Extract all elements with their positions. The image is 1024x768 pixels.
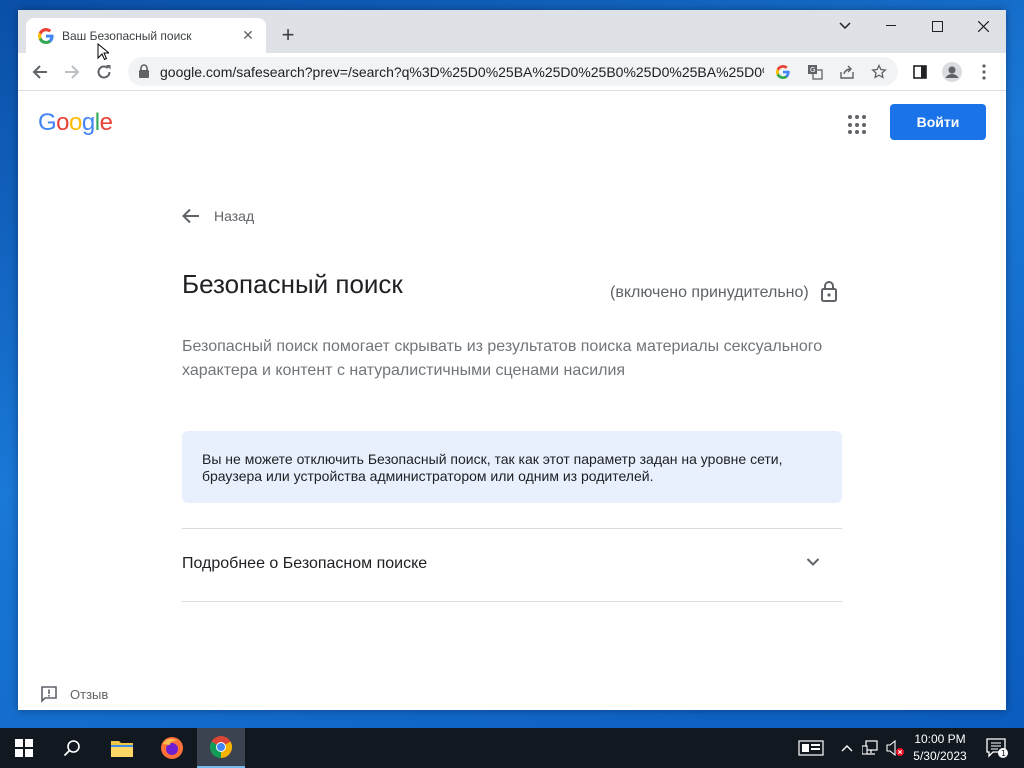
- google-favicon-icon: [38, 27, 54, 44]
- browser-toolbar: google.com/safesearch?prev=/search?q%3D%…: [18, 53, 1006, 91]
- divider: [182, 528, 842, 529]
- back-arrow-icon[interactable]: [26, 58, 54, 86]
- search-button[interactable]: [48, 728, 96, 768]
- notification-count: 1: [1001, 749, 1006, 758]
- forced-status: (включено принудительно): [610, 284, 809, 301]
- windows-logo-icon: [15, 739, 33, 757]
- page-title: Безопасный поиск: [182, 269, 403, 299]
- firefox-button[interactable]: [148, 728, 196, 768]
- tab-strip: Ваш Безопасный поиск ✕ +: [18, 10, 1006, 53]
- lock-icon: [821, 281, 837, 302]
- tab-title: Ваш Безопасный поиск: [62, 28, 192, 43]
- feedback-label: Отзыв: [70, 686, 109, 702]
- chrome-window: Ваш Безопасный поиск ✕ + google.com/safe…: [18, 10, 1006, 710]
- language-bar-icon[interactable]: [796, 728, 826, 768]
- translate-icon[interactable]: G: [806, 63, 824, 81]
- start-button[interactable]: [0, 728, 48, 768]
- logo-letter: g: [81, 109, 95, 136]
- network-icon[interactable]: [860, 728, 882, 768]
- locked-notice: Вы не можете отключить Безопасный поиск,…: [182, 431, 842, 503]
- logo-letter: G: [38, 109, 57, 136]
- chevron-down-icon[interactable]: [806, 557, 820, 567]
- feedback-link[interactable]: Отзыв: [40, 685, 108, 703]
- firefox-icon: [161, 737, 183, 759]
- taskbar: 10:00 PM 5/30/2023 1: [0, 728, 1024, 768]
- lock-icon[interactable]: [138, 64, 150, 78]
- maximize-button[interactable]: [914, 10, 960, 42]
- file-explorer-button[interactable]: [98, 728, 146, 768]
- chevron-up-icon[interactable]: [838, 728, 856, 768]
- search-icon: [63, 740, 80, 757]
- google-lens-icon[interactable]: [774, 63, 792, 81]
- share-icon[interactable]: [838, 63, 856, 81]
- arrow-left-icon: [182, 208, 199, 224]
- divider: [182, 601, 842, 602]
- learn-more-label[interactable]: Подробнее о Безопасном поиске: [182, 555, 427, 573]
- clock-time: 10:00 PM: [914, 732, 966, 746]
- tab-search-icon[interactable]: [822, 10, 868, 42]
- bookmark-star-icon[interactable]: [870, 63, 888, 81]
- clock-date: 5/30/2023: [913, 749, 967, 763]
- apps-grid-icon[interactable]: [848, 115, 868, 135]
- signin-button[interactable]: Войти: [890, 104, 986, 140]
- feedback-icon: [41, 686, 57, 703]
- description: Безопасный поиск помогает скрывать из ре…: [182, 338, 823, 379]
- svg-text:G: G: [810, 66, 815, 74]
- action-center-icon[interactable]: 1: [982, 728, 1012, 768]
- tab-safesearch[interactable]: Ваш Безопасный поиск ✕: [26, 18, 266, 53]
- page-content: Google Войти Назад Безопасный поиск (вкл…: [18, 91, 1006, 710]
- forward-arrow-icon[interactable]: [58, 58, 86, 86]
- google-logo[interactable]: Google: [38, 109, 113, 137]
- system-clock[interactable]: 10:00 PM 5/30/2023: [900, 731, 980, 765]
- reload-icon[interactable]: [90, 58, 118, 86]
- mouse-cursor-icon: [97, 43, 109, 61]
- logo-letter: e: [99, 109, 113, 136]
- new-tab-button[interactable]: +: [276, 24, 300, 48]
- chrome-button[interactable]: [197, 728, 245, 768]
- address-bar[interactable]: google.com/safesearch?prev=/search?q%3D%…: [128, 57, 898, 86]
- minimize-button[interactable]: [868, 10, 914, 42]
- back-link[interactable]: Назад: [182, 208, 254, 224]
- folder-icon: [111, 741, 133, 757]
- logo-letter: o: [56, 109, 70, 136]
- profile-avatar-icon[interactable]: [942, 62, 962, 82]
- tab-close-icon[interactable]: ✕: [240, 27, 256, 44]
- logo-letter: o: [69, 109, 82, 136]
- close-window-button[interactable]: [960, 10, 1006, 42]
- side-panel-icon[interactable]: [910, 62, 930, 82]
- chrome-icon: [210, 736, 232, 758]
- url-text[interactable]: google.com/safesearch?prev=/search?q%3D%…: [160, 64, 764, 80]
- menu-dots-icon[interactable]: [974, 62, 994, 82]
- back-label: Назад: [214, 208, 255, 224]
